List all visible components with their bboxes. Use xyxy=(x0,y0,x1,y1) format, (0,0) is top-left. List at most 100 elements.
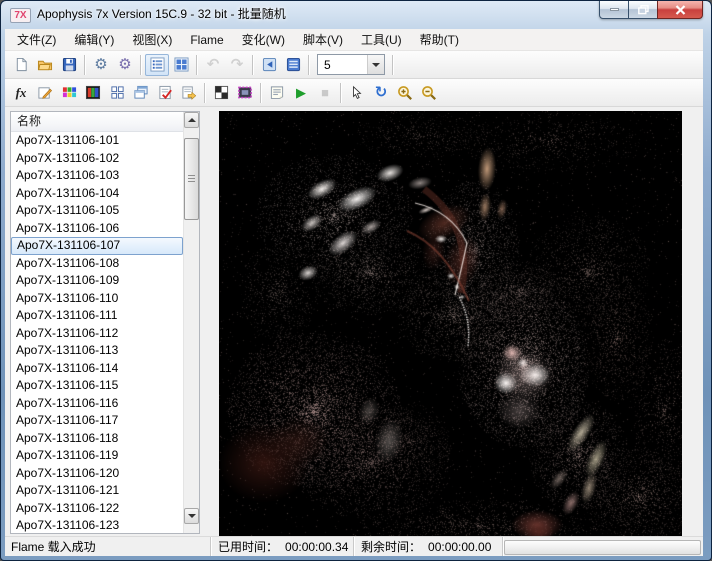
flame-list: Apo7X-131106-101 Apo7X-131106-102 Apo7X-… xyxy=(11,132,183,533)
settings-button[interactable]: ⚙ xyxy=(89,54,113,76)
minimize-icon xyxy=(610,8,619,11)
list-item[interactable]: Apo7X-131106-119 xyxy=(11,447,183,465)
mosaic-button[interactable] xyxy=(105,82,129,104)
adjust-button[interactable] xyxy=(57,82,81,104)
menu-variation[interactable]: 变化(W) xyxy=(233,28,294,51)
list-item[interactable]: Apo7X-131106-106 xyxy=(11,220,183,238)
list-item[interactable]: Apo7X-131106-108 xyxy=(11,255,183,273)
edit-pencil-icon xyxy=(37,85,53,100)
editor-button[interactable] xyxy=(33,82,57,104)
progress-panel xyxy=(504,540,701,555)
export-button[interactable] xyxy=(177,82,201,104)
render-button[interactable] xyxy=(153,82,177,104)
flame-list-header[interactable]: 名称 xyxy=(11,112,183,132)
list-item[interactable]: Apo7X-131106-120 xyxy=(11,465,183,483)
menu-file[interactable]: 文件(Z) xyxy=(8,28,65,51)
list-item-selected[interactable]: Apo7X-131106-107 xyxy=(11,237,183,255)
minimize-button[interactable] xyxy=(599,0,629,19)
list-item[interactable]: Apo7X-131106-101 xyxy=(11,132,183,150)
script-icon xyxy=(269,85,285,100)
transparency-button[interactable] xyxy=(209,82,233,104)
close-button[interactable] xyxy=(657,0,703,19)
status-bar: Flame 载入成功 已用时间： 00:00:00.34 剩余时间： 00:00… xyxy=(5,536,703,556)
gradient-button[interactable] xyxy=(81,82,105,104)
save-button[interactable] xyxy=(57,54,81,76)
reset-view-button[interactable]: ↻ xyxy=(369,82,393,104)
scroll-down-button[interactable] xyxy=(184,508,199,524)
menu-flame[interactable]: Flame xyxy=(181,30,232,50)
restore-icon xyxy=(638,5,649,15)
list-item[interactable]: Apo7X-131106-105 xyxy=(11,202,183,220)
elapsed-time-label: 已用时间： xyxy=(218,538,278,555)
options-button[interactable]: ⚙ xyxy=(113,54,137,76)
list-item[interactable]: Apo7X-131106-123 xyxy=(11,517,183,533)
scrollbar-thumb[interactable] xyxy=(184,138,199,220)
quality-select[interactable]: 5 xyxy=(317,54,385,75)
open-button[interactable] xyxy=(33,54,57,76)
restore-button[interactable] xyxy=(629,0,657,19)
toolbar-separator xyxy=(204,83,206,103)
new-flame-button[interactable] xyxy=(9,54,33,76)
toolbar-separator xyxy=(260,83,262,103)
redo-arrow-icon: ↷ xyxy=(231,57,244,72)
list-item[interactable]: Apo7X-131106-116 xyxy=(11,395,183,413)
list-item[interactable]: Apo7X-131106-122 xyxy=(11,500,183,518)
play-icon: ▶ xyxy=(296,86,306,99)
chevron-up-icon xyxy=(188,118,196,122)
open-folder-icon xyxy=(37,57,53,72)
checkerboard-icon xyxy=(214,85,229,100)
list-item[interactable]: Apo7X-131106-110 xyxy=(11,290,183,308)
render-preview-area xyxy=(219,111,682,538)
script-editor-button[interactable] xyxy=(265,82,289,104)
title-bar[interactable]: 7X Apophysis 7x Version 15C.9 - 32 bit -… xyxy=(1,1,711,29)
menu-tools[interactable]: 工具(U) xyxy=(352,28,411,51)
palette-icon xyxy=(62,85,77,100)
combo-dropdown-button[interactable] xyxy=(367,55,384,74)
mosaic-grid-icon xyxy=(110,85,125,100)
grid-view-button[interactable] xyxy=(169,54,193,76)
flame-list-panel: 名称 Apo7X-131106-101 Apo7X-131106-102 Apo… xyxy=(10,111,200,534)
list-item[interactable]: Apo7X-131106-109 xyxy=(11,272,183,290)
toolbar-separator xyxy=(196,55,198,75)
cursor-icon xyxy=(350,85,364,100)
list-item[interactable]: Apo7X-131106-113 xyxy=(11,342,183,360)
redo-button[interactable]: ↷ xyxy=(225,54,249,76)
list-item[interactable]: Apo7X-131106-121 xyxy=(11,482,183,500)
elapsed-time-panel: 已用时间： 00:00:00.34 xyxy=(211,537,354,556)
list-item[interactable]: Apo7X-131106-102 xyxy=(11,150,183,168)
list-item[interactable]: Apo7X-131106-103 xyxy=(11,167,183,185)
menu-script[interactable]: 脚本(V) xyxy=(294,28,352,51)
zoom-in-button[interactable] xyxy=(393,82,417,104)
status-message: Flame 载入成功 xyxy=(11,538,96,555)
run-script-button[interactable]: ▶ xyxy=(289,82,313,104)
variation-editor-button[interactable]: fx xyxy=(9,82,33,104)
zoom-out-button[interactable] xyxy=(417,82,441,104)
toolbar-separator xyxy=(84,55,86,75)
list-item[interactable]: Apo7X-131106-111 xyxy=(11,307,183,325)
chevron-down-icon xyxy=(188,514,196,518)
list-scrollbar[interactable] xyxy=(183,112,199,533)
list-item[interactable]: Apo7X-131106-117 xyxy=(11,412,183,430)
menu-help[interactable]: 帮助(T) xyxy=(411,28,468,51)
stop-script-button[interactable]: ■ xyxy=(313,82,337,104)
list-item[interactable]: Apo7X-131106-118 xyxy=(11,430,183,448)
list-item[interactable]: Apo7X-131106-114 xyxy=(11,360,183,378)
list-item[interactable]: Apo7X-131106-115 xyxy=(11,377,183,395)
scroll-up-button[interactable] xyxy=(184,112,199,128)
frame-button[interactable] xyxy=(233,82,257,104)
chevron-down-icon xyxy=(372,63,380,67)
list-item[interactable]: Apo7X-131106-104 xyxy=(11,185,183,203)
select-tool-button[interactable] xyxy=(345,82,369,104)
windows-button[interactable] xyxy=(129,82,153,104)
toolbar-separator xyxy=(340,83,342,103)
list-item[interactable]: Apo7X-131106-112 xyxy=(11,325,183,343)
undo-button[interactable]: ↶ xyxy=(201,54,225,76)
restore-window-toolbar-button[interactable] xyxy=(257,54,281,76)
close-icon xyxy=(675,5,686,15)
panel-view-button[interactable] xyxy=(281,54,305,76)
menu-view[interactable]: 视图(X) xyxy=(123,28,181,51)
list-view-button[interactable] xyxy=(145,54,169,76)
export-render-icon xyxy=(181,85,197,100)
menu-edit[interactable]: 编辑(Y) xyxy=(65,28,123,51)
rotate-icon: ↻ xyxy=(375,85,388,100)
